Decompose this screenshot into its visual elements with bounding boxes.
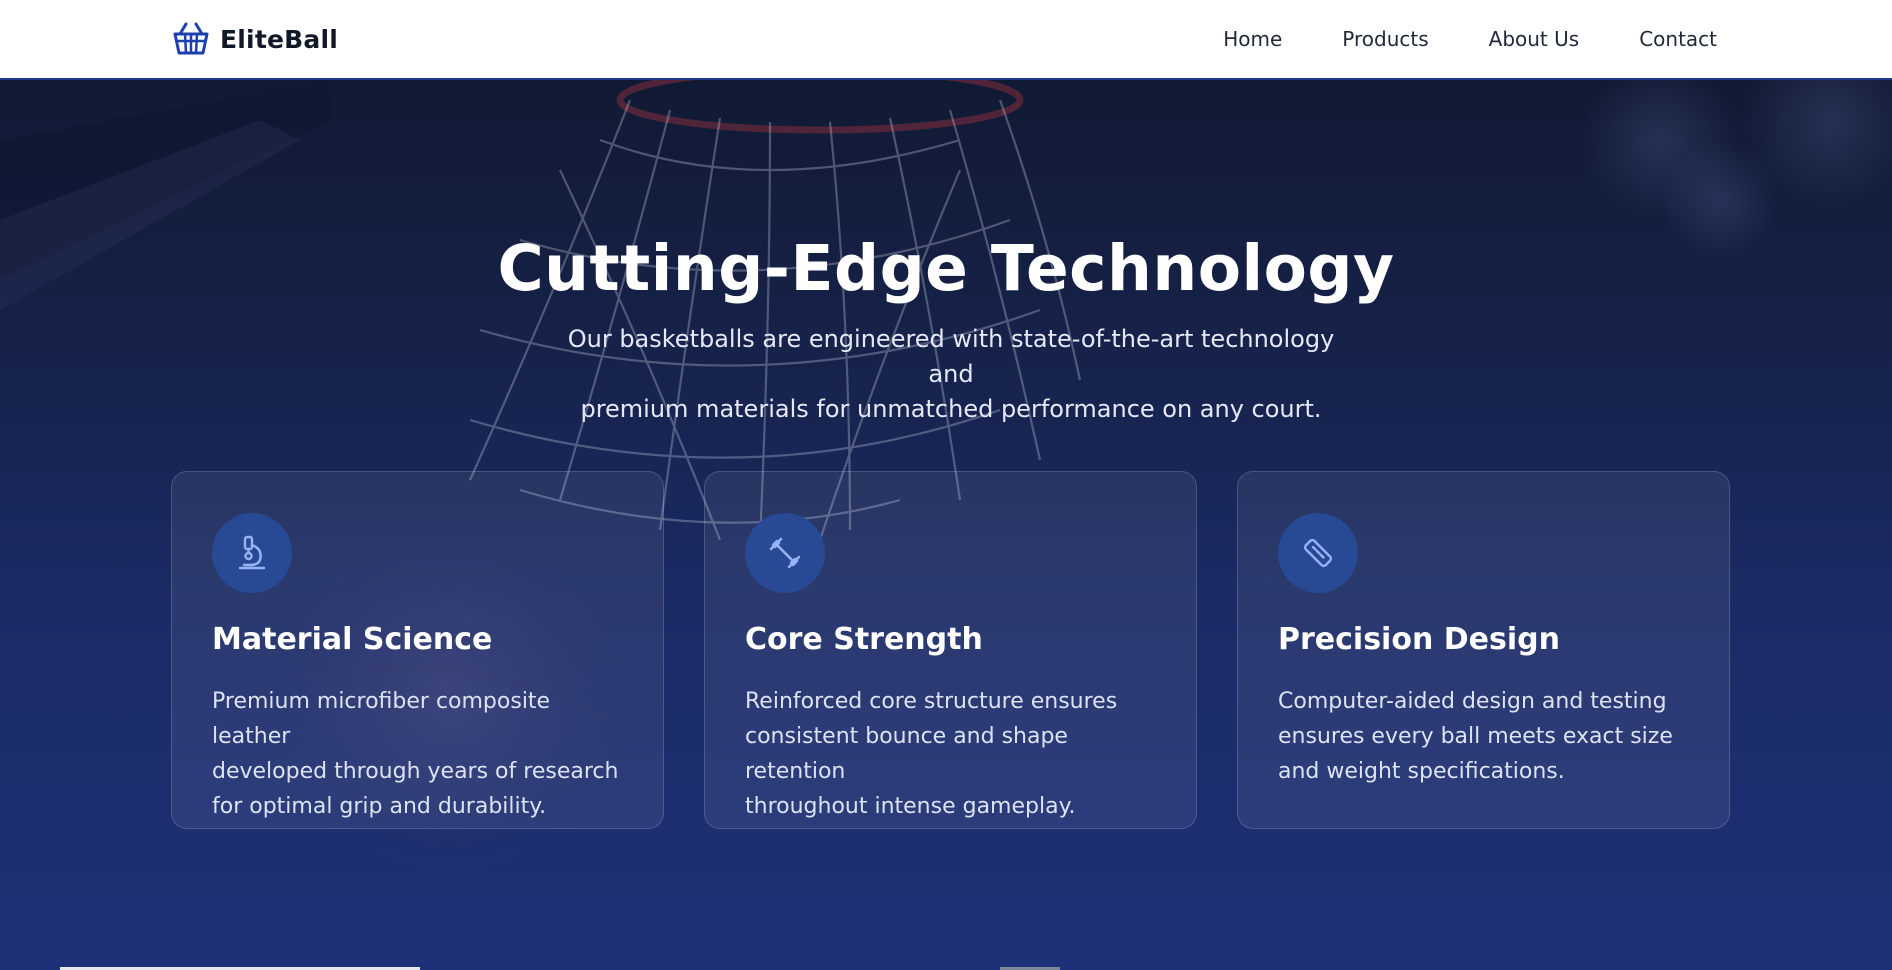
feature-card-precision-design: Precision Design Computer-aided design a… — [1237, 471, 1730, 829]
basket-icon — [172, 20, 210, 58]
brand-logo[interactable]: EliteBall — [172, 20, 338, 58]
main-nav: Home Products About Us Contact — [1163, 0, 1717, 78]
feature-title: Precision Design — [1278, 622, 1560, 657]
feature-title: Core Strength — [745, 622, 983, 657]
subtitle-line-2: premium materials for unmatched performa… — [580, 395, 1322, 423]
feature-title: Material Science — [212, 622, 493, 657]
dumbbell-icon — [745, 513, 825, 593]
ruler-icon — [1278, 513, 1358, 593]
section-title: Cutting-Edge Technology — [497, 232, 1395, 305]
section-subtitle: Our basketballs are engineered with stat… — [546, 322, 1356, 427]
nav-products[interactable]: Products — [1342, 27, 1428, 51]
feature-description: Computer-aided design and testing ensure… — [1278, 689, 1673, 784]
microscope-icon — [212, 513, 292, 593]
site-header: EliteBall Home Products About Us Contact — [0, 0, 1892, 80]
nav-contact[interactable]: Contact — [1639, 27, 1717, 51]
nav-about-us[interactable]: About Us — [1489, 27, 1580, 51]
feature-cards: Material Science Premium microfiber comp… — [171, 471, 1731, 829]
feature-card-material-science: Material Science Premium microfiber comp… — [171, 471, 664, 829]
nav-home[interactable]: Home — [1223, 27, 1282, 51]
feature-card-core-strength: Core Strength Reinforced core structure … — [704, 471, 1197, 829]
feature-description: Premium microfiber composite leather dev… — [212, 689, 619, 819]
brand-name: EliteBall — [220, 24, 338, 54]
subtitle-line-1: Our basketballs are engineered with stat… — [567, 325, 1335, 388]
feature-description: Reinforced core structure ensures consis… — [745, 689, 1118, 819]
